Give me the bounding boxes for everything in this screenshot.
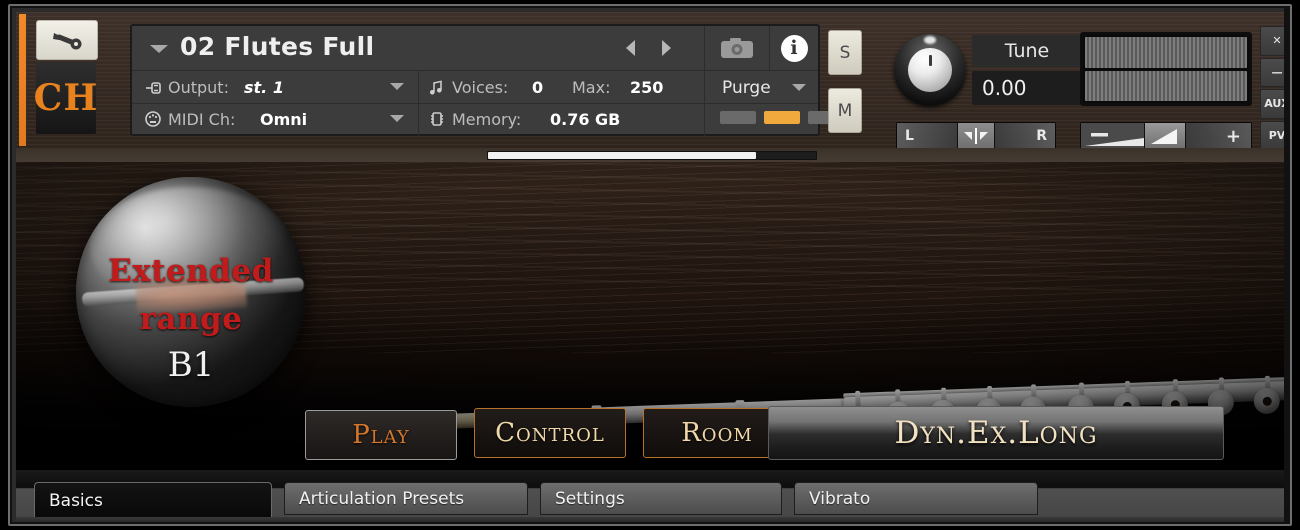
output-value[interactable]: st. 1 — [244, 73, 284, 102]
volume-decrease-zone[interactable] — [1081, 123, 1145, 148]
purge-led-1 — [720, 111, 756, 124]
aux-button[interactable]: AUX — [1260, 89, 1284, 119]
mute-button-label: M — [837, 100, 853, 121]
preset-dropdown-icon[interactable] — [150, 45, 168, 53]
purge-led-2 — [764, 111, 800, 124]
library-logo: CH — [33, 62, 99, 134]
pan-slider[interactable]: L R — [896, 122, 1056, 148]
memory-icon — [428, 105, 446, 133]
voices-value: 0 — [532, 78, 544, 97]
header-info-module: 02 Flutes Full i Output: st. 1 Voices: 0… — [130, 24, 844, 136]
snapshot-button[interactable] — [704, 26, 770, 70]
instrument-accent-bar — [19, 14, 26, 146]
volume-plus-label: + — [1225, 125, 1241, 147]
bottom-tab-bar: Basics Articulation Presets Settings Vib… — [16, 470, 1284, 522]
max-voices-label: Max: — [572, 78, 611, 97]
output-jack-icon — [146, 81, 161, 94]
pan-center-icon — [964, 128, 988, 144]
midi-label: MIDI Ch: — [168, 109, 236, 129]
close-button[interactable]: ✕ — [1260, 26, 1284, 56]
tab-list: Basics Articulation Presets Settings Vib… — [16, 482, 1284, 522]
tab-settings[interactable]: Settings — [540, 482, 782, 515]
window-side-buttons: ✕ — AUX PV — [1260, 26, 1284, 148]
wrench-icon — [53, 33, 82, 50]
midi-icon — [144, 105, 162, 133]
preset-row: 02 Flutes Full i — [132, 26, 818, 71]
output-level-meter — [1080, 32, 1252, 106]
output-dropdown-icon[interactable] — [390, 83, 404, 90]
badge-line-1: Extended — [108, 253, 274, 289]
tab-bar-base — [16, 517, 1284, 522]
next-preset-button[interactable] — [662, 40, 671, 56]
horizontal-scrollbar-track[interactable] — [487, 151, 817, 160]
mute-button[interactable]: M — [828, 88, 862, 133]
tune-value[interactable]: 0.00 — [972, 71, 1082, 105]
info-icon: i — [780, 34, 808, 62]
memory-label: Memory: — [452, 109, 522, 129]
instrument-main-panel: Extended range B1 Play Control Room Dyn.… — [16, 162, 1284, 470]
pan-center-handle[interactable] — [958, 123, 995, 148]
horizontal-scrollbar-strip — [16, 148, 1284, 162]
pv-button[interactable]: PV — [1260, 120, 1284, 148]
volume-ramp-left-icon — [1085, 133, 1144, 146]
tune-knob[interactable] — [894, 34, 966, 106]
max-voices-value[interactable]: 250 — [630, 73, 663, 102]
tune-knob-indicator — [928, 55, 932, 66]
voices-icon — [428, 73, 446, 102]
memory-value: 0.76 GB — [550, 109, 621, 129]
tune-label: Tune — [972, 35, 1082, 67]
output-label: Output: — [168, 78, 229, 97]
pan-left-label: L — [897, 123, 958, 148]
tune-knob-cap — [908, 48, 952, 92]
play-button[interactable]: Play — [305, 410, 457, 460]
note-icon — [430, 79, 442, 95]
volume-handle[interactable] — [1145, 123, 1186, 148]
instrument-header: CH 02 Flutes Full i Output: st. 1 Voices… — [16, 12, 1284, 148]
tab-basics[interactable]: Basics — [34, 482, 272, 519]
midi-plug-icon — [145, 111, 161, 127]
articulation-button-row: Play Control Room Dyn.Ex.Long — [16, 406, 1284, 464]
extended-range-badge: Extended range B1 — [76, 177, 306, 407]
meter-channel-right — [1085, 70, 1247, 101]
voices-label: Voices: — [452, 78, 509, 97]
output-icon — [144, 73, 162, 102]
badge-line-2: range — [139, 301, 243, 337]
dyn-ex-long-button[interactable]: Dyn.Ex.Long — [768, 406, 1224, 460]
kontakt-instrument-window: CH 02 Flutes Full i Output: st. 1 Voices… — [0, 0, 1300, 530]
camera-icon — [721, 38, 753, 58]
library-logo-text: CH — [33, 77, 99, 119]
meter-channel-left — [1085, 37, 1247, 68]
control-button[interactable]: Control — [474, 408, 626, 458]
solo-button-label: S — [839, 42, 851, 63]
tab-vibrato[interactable]: Vibrato — [794, 482, 1038, 515]
tune-knob-highlight — [924, 36, 936, 44]
badge-note-range: B1 — [167, 345, 215, 385]
minimize-button[interactable]: — — [1260, 57, 1284, 87]
tab-articulation-presets[interactable]: Articulation Presets — [284, 482, 528, 515]
midi-value[interactable]: Omni — [260, 105, 307, 133]
midi-dropdown-icon[interactable] — [390, 115, 404, 122]
pan-right-label: R — [995, 123, 1055, 148]
previous-preset-button[interactable] — [626, 40, 635, 56]
volume-increase-zone[interactable]: + — [1186, 123, 1251, 148]
purge-label[interactable]: Purge — [722, 73, 771, 102]
wrench-button[interactable] — [36, 20, 98, 60]
info-button[interactable]: i — [769, 26, 819, 70]
horizontal-scrollbar-thumb[interactable] — [488, 152, 756, 159]
preset-name[interactable]: 02 Flutes Full — [180, 32, 374, 61]
solo-button[interactable]: S — [828, 30, 862, 75]
ram-chip-icon — [431, 112, 443, 126]
volume-slider[interactable]: + — [1080, 122, 1252, 148]
volume-handle-icon — [1151, 129, 1177, 144]
purge-dropdown-icon[interactable] — [792, 84, 806, 91]
